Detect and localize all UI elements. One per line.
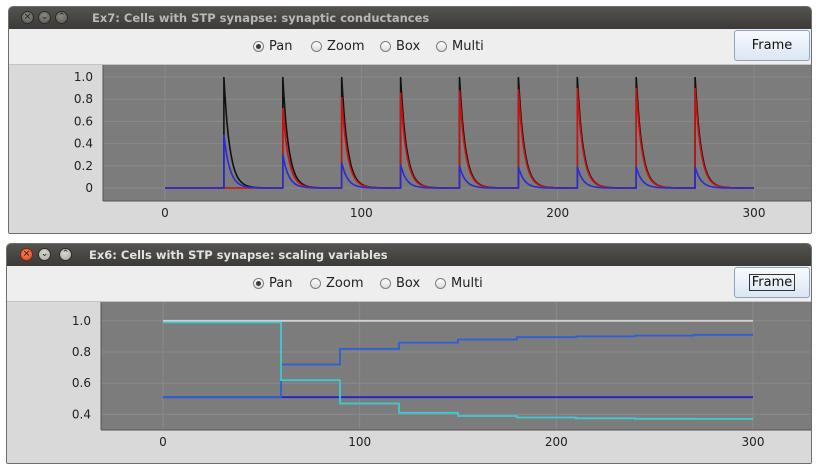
- x-tick-label: 300: [743, 206, 766, 220]
- box-radio[interactable]: Box: [380, 38, 420, 54]
- plot-panel: 0 100 200 300 0 0.2 0.4 0.6 0.8 1.0: [9, 65, 811, 233]
- maximize-icon[interactable]: ⌃: [59, 248, 72, 261]
- window-title: Ex6: Cells with STP synapse: scaling var…: [89, 248, 388, 262]
- x-tick-label: 300: [742, 435, 765, 449]
- frame-button[interactable]: Frame: [734, 30, 810, 61]
- x-tick-label: 200: [546, 206, 569, 220]
- box-label: Box: [396, 38, 421, 54]
- toolbar: Pan Zoom Box Multi Frame: [9, 29, 811, 65]
- multi-label: Multi: [452, 38, 484, 54]
- zoom-radio[interactable]: Zoom: [311, 38, 364, 54]
- box-label: Box: [396, 275, 421, 291]
- radio-dot-icon: [311, 40, 322, 52]
- x-tick-label: 0: [161, 206, 169, 220]
- multi-radio[interactable]: Multi: [435, 275, 483, 291]
- close-icon[interactable]: ×: [21, 11, 34, 24]
- y-tick-label: 0.8: [72, 345, 91, 359]
- y-tick-label: 0.4: [74, 137, 93, 151]
- zoom-radio[interactable]: Zoom: [310, 275, 363, 291]
- zoom-label: Zoom: [327, 38, 365, 54]
- window-scaling-variables: × ⌄ ⌃ Ex6: Cells with STP synapse: scali…: [6, 243, 812, 464]
- pan-label: Pan: [269, 38, 293, 54]
- frame-label: Frame: [748, 274, 796, 291]
- box-radio[interactable]: Box: [380, 275, 420, 291]
- plot-background[interactable]: [103, 65, 811, 201]
- zoom-label: Zoom: [326, 275, 364, 291]
- pan-radio[interactable]: Pan: [253, 38, 292, 54]
- radio-dot-icon: [380, 40, 391, 52]
- y-tick-label: 0.6: [72, 376, 91, 390]
- minimize-icon[interactable]: ⌄: [38, 11, 51, 24]
- x-tick-label: 0: [159, 435, 167, 449]
- radio-dot-icon: [253, 277, 264, 289]
- toolbar: Pan Zoom Box Multi Frame: [7, 266, 811, 302]
- radio-dot-icon: [253, 40, 264, 52]
- y-tick-label: 0.2: [74, 159, 93, 173]
- maximize-icon[interactable]: ⌃: [55, 11, 68, 24]
- y-tick-label: 1.0: [72, 314, 91, 328]
- window-title: Ex7: Cells with STP synapse: synaptic co…: [92, 11, 430, 25]
- frame-button[interactable]: Frame: [734, 267, 810, 298]
- title-bar[interactable]: × ⌄ ⌃ Ex6: Cells with STP synapse: scali…: [7, 244, 811, 266]
- x-tick-label: 100: [348, 435, 371, 449]
- y-tick-label: 0.4: [72, 407, 91, 421]
- scaling-variables-chart[interactable]: 0 100 200 300 0.4 0.6 0.8 1.0: [7, 302, 811, 463]
- conductance-chart[interactable]: 0 100 200 300 0 0.2 0.4 0.6 0.8 1.0: [9, 65, 811, 233]
- y-tick-label: 0.6: [74, 114, 93, 128]
- y-tick-label: 0: [85, 181, 93, 195]
- y-tick-label: 0.8: [74, 92, 93, 106]
- plot-panel: 0 100 200 300 0.4 0.6 0.8 1.0: [7, 302, 811, 463]
- pan-label: Pan: [269, 275, 293, 291]
- multi-label: Multi: [451, 275, 483, 291]
- minimize-icon[interactable]: ⌄: [38, 248, 51, 261]
- title-bar[interactable]: × ⌄ ⌃ Ex7: Cells with STP synapse: synap…: [9, 7, 811, 29]
- x-tick-label: 200: [545, 435, 568, 449]
- radio-dot-icon: [435, 277, 446, 289]
- pan-radio[interactable]: Pan: [253, 275, 292, 291]
- y-tick-label: 1.0: [74, 70, 93, 84]
- radio-dot-icon: [310, 277, 321, 289]
- window-synaptic-conductances: × ⌄ ⌃ Ex7: Cells with STP synapse: synap…: [8, 6, 812, 234]
- frame-label: Frame: [751, 38, 793, 53]
- radio-dot-icon: [380, 277, 391, 289]
- x-tick-label: 100: [350, 206, 373, 220]
- radio-dot-icon: [436, 40, 447, 52]
- close-icon[interactable]: ×: [20, 248, 33, 261]
- multi-radio[interactable]: Multi: [436, 38, 484, 54]
